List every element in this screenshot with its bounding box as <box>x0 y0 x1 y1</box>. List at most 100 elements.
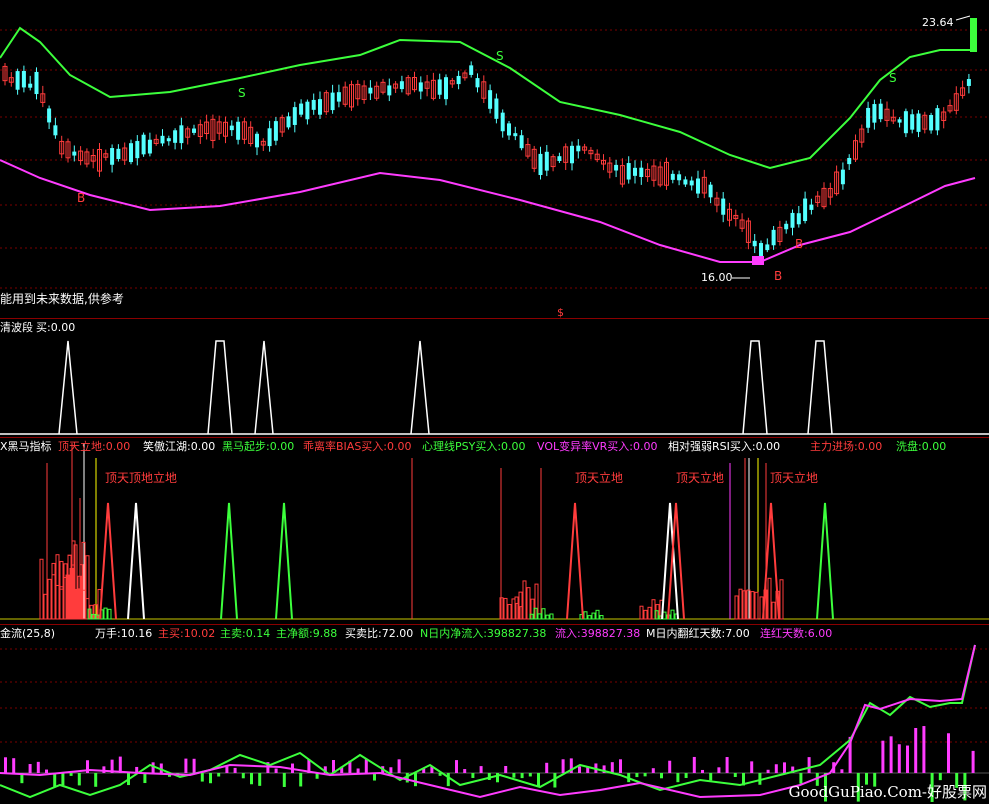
red-histogram-bar <box>507 604 512 620</box>
inflow-bar <box>192 758 196 773</box>
bear-candle <box>557 156 562 161</box>
red-histogram-bar <box>51 562 56 620</box>
outflow-bar <box>61 773 65 786</box>
signal-b-2: B <box>795 237 804 251</box>
moneyflow-chart[interactable] <box>0 625 989 804</box>
inflow-bar <box>774 764 778 773</box>
inflow-bar <box>610 762 614 773</box>
outflow-bar <box>635 773 639 778</box>
future-data-note: 能用到未来数据,供参考 <box>0 292 124 306</box>
bear-candle <box>897 119 902 123</box>
bear-candle <box>759 243 763 257</box>
outflow-bar <box>660 773 663 779</box>
inflow-bar <box>45 769 48 773</box>
cumulative-flow-line <box>0 644 976 799</box>
bear-candle <box>173 130 178 143</box>
bear-candle <box>318 99 322 115</box>
outflow-bar <box>69 773 73 776</box>
bear-candle <box>796 213 801 225</box>
wave-indicator-name: 清波段 <box>0 321 33 334</box>
green-histogram-bar <box>587 615 592 620</box>
bear-candle <box>696 178 700 194</box>
red-histogram-bar <box>767 577 772 620</box>
red-histogram-bar <box>503 597 508 620</box>
bear-candle <box>273 121 278 141</box>
darkhorse-field: 主力进场:0.00 <box>810 440 883 453</box>
signal-s-2: S <box>496 49 504 63</box>
last-bar-highlight <box>970 18 977 52</box>
darkhorse-field: 相对强弱RSI买入:0.00 <box>668 440 781 453</box>
green-histogram-bar <box>537 613 542 620</box>
bear-candle <box>368 87 373 94</box>
kline-pane[interactable]: 23.64 16.00 能用到未来数据,供参考 $ S S S B B B <box>0 0 989 318</box>
wave-chart[interactable] <box>0 319 989 437</box>
outflow-bar <box>643 773 647 777</box>
inflow-bar <box>274 768 278 773</box>
signal-peak <box>566 502 584 620</box>
bear-candle <box>147 139 152 154</box>
inflow-bar <box>922 726 926 773</box>
green-histogram-bar <box>103 607 108 620</box>
inflow-bar <box>783 762 786 773</box>
signal-b-3: B <box>774 269 783 283</box>
bear-candle <box>966 79 971 86</box>
low-marker <box>752 256 764 265</box>
inflow-bar <box>914 727 918 773</box>
outflow-bar <box>143 773 147 784</box>
moneyflow-pane[interactable]: 金流(25,8) 万手:10.16 主买:10.02 主卖:0.14 主净额:9.88… <box>0 625 989 804</box>
inflow-bar <box>651 768 655 773</box>
bear-candle <box>500 112 505 132</box>
bear-candle <box>34 71 39 95</box>
bear-candle <box>21 70 26 88</box>
outflow-bar <box>258 773 262 786</box>
red-histogram-bar <box>47 578 52 620</box>
bear-candle <box>129 143 133 163</box>
darkhorse-field: 黑马起步:0.00 <box>222 440 295 453</box>
inflow-bar <box>668 760 672 773</box>
inflow-bar <box>578 766 581 773</box>
bear-candle <box>576 145 581 152</box>
inflow-bar <box>356 768 360 773</box>
outflow-bar <box>520 773 524 779</box>
bear-candle <box>444 77 448 100</box>
outflow-bar <box>241 773 245 779</box>
upper-band-line <box>0 26 975 170</box>
bear-candle <box>570 145 574 164</box>
moneyflow-field: 主净额:9.88 <box>276 627 338 640</box>
bear-candle <box>53 125 58 136</box>
inflow-bar <box>906 745 909 773</box>
inflow-bar <box>479 766 483 773</box>
bear-candle <box>683 179 688 185</box>
red-histogram-bar <box>647 606 652 620</box>
signal-peak <box>220 502 238 620</box>
darkhorse-chart[interactable] <box>0 438 989 624</box>
outflow-bar <box>528 773 532 777</box>
bear-candle <box>15 71 20 90</box>
bear-candle <box>771 229 776 246</box>
green-histogram-bar <box>595 609 600 620</box>
wave-pane[interactable]: 清波段 买:0.00 <box>0 319 989 437</box>
outflow-bar <box>209 773 212 784</box>
bear-candle <box>166 138 171 142</box>
signal-peak <box>127 502 145 620</box>
wave-peak <box>207 340 233 435</box>
site-watermark: GoodGuPiao.Com-好股票网 <box>788 783 987 801</box>
red-histogram-bar <box>39 558 44 620</box>
outflow-bar <box>282 773 286 787</box>
bear-candle <box>840 169 845 185</box>
moneyflow-indicator-name: 金流(25,8) <box>0 627 56 640</box>
red-histogram-bar <box>750 591 755 620</box>
inflow-bar <box>225 766 229 773</box>
bear-candle <box>639 167 644 177</box>
bear-candle <box>872 104 877 123</box>
bear-candle <box>670 173 675 180</box>
inflow-bar <box>717 767 721 773</box>
kline-chart[interactable] <box>0 0 989 318</box>
bear-candle <box>255 133 259 148</box>
signal-s-3: S <box>889 71 897 85</box>
top-sky-annotation: 顶天顶地立地 <box>105 471 178 485</box>
darkhorse-indicator-name: X黑马指标 <box>0 440 52 453</box>
wave-peak <box>58 340 78 435</box>
outflow-bar <box>77 773 81 786</box>
darkhorse-pane[interactable]: X黑马指标 顶天立地:0.00 笑傲江湖:0.00 黑马起步:0.00 乖离率BIAS… <box>0 438 989 624</box>
